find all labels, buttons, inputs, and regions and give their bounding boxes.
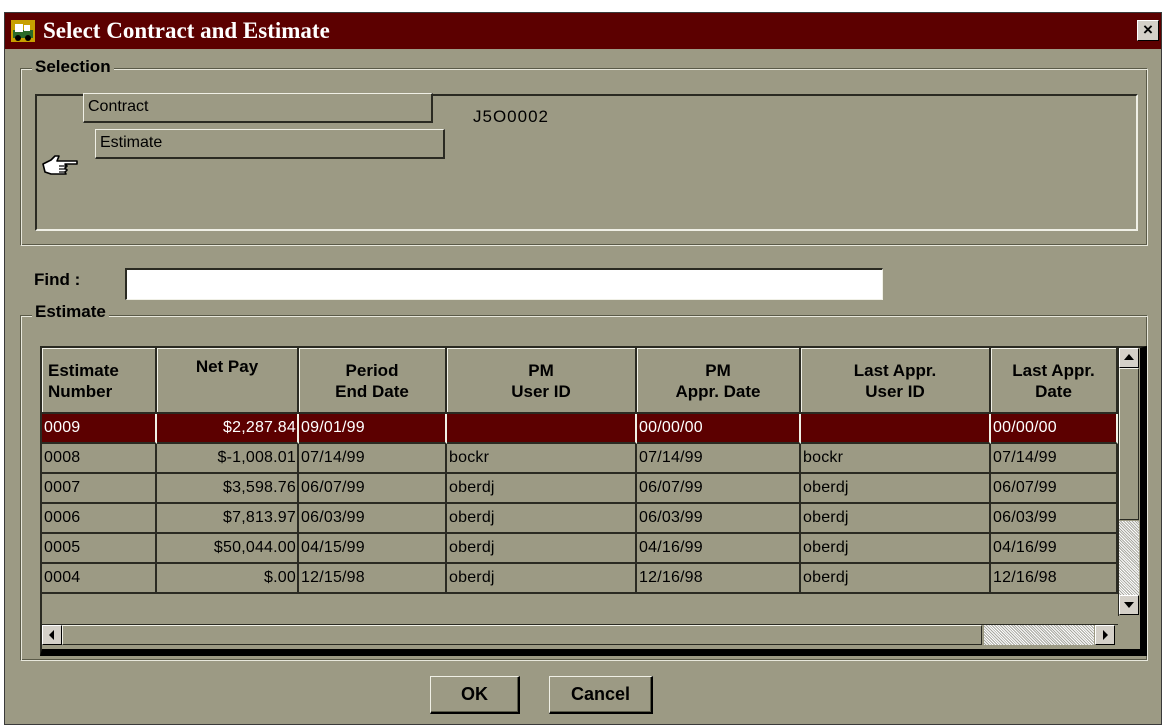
estimate-number-cell: 0008 [42,444,157,474]
table-row[interactable]: 0004 $.00 12/15/98 oberdj 12/16/98 oberdj 12/1… [42,564,1118,594]
estimate-button[interactable]: Estimate [95,129,445,159]
estimate-number-cell: 0009 [42,414,157,444]
last-appr-date-cell: 04/16/99 [991,534,1118,564]
period-end-date-cell: 09/01/99 [299,414,447,444]
table-row[interactable]: 0009 $2,287.84 09/01/99 00/00/00 00/00/00 [42,414,1118,444]
cancel-button[interactable]: Cancel [549,676,653,714]
pm-appr-date-cell: 07/14/99 [637,444,801,474]
net-pay-cell: $.00 [157,564,299,594]
selection-legend: Selection [32,57,114,77]
table-row[interactable]: 0008 $-1,008.01 07/14/99 bockr 07/14/99 bockr… [42,444,1118,474]
scroll-right-icon[interactable] [1095,625,1115,645]
horizontal-scroll-thumb[interactable] [984,625,1094,645]
window-title: Select Contract and Estimate [43,18,330,43]
period-end-date-cell: 04/15/99 [299,534,447,564]
last-appr-user-id-cell: oberdj [801,504,991,534]
horizontal-scroll-track[interactable] [62,625,982,645]
title-bar[interactable]: Select Contract and Estimate × [5,13,1161,49]
last-appr-date-cell: 06/03/99 [991,504,1118,534]
estimate-legend: Estimate [32,302,109,322]
last-appr-user-id-cell: oberdj [801,534,991,564]
estimate-number-cell: 0006 [42,504,157,534]
pm-appr-date-cell: 12/16/98 [637,564,801,594]
col-pm-user-id[interactable]: PM User ID [447,348,637,414]
col-pm-appr-date[interactable]: PM Appr. Date [637,348,801,414]
vertical-scroll-thumb[interactable] [1119,521,1139,595]
last-appr-user-id-cell: oberdj [801,564,991,594]
col-last-appr-user-id[interactable]: Last Appr. User ID [801,348,991,414]
col-estimate-number[interactable]: Estimate Number [42,348,157,414]
estimate-number-cell: 0004 [42,564,157,594]
vertical-scrollbar[interactable] [1118,348,1140,616]
close-icon[interactable]: × [1137,20,1159,41]
period-end-date-cell: 06/07/99 [299,474,447,504]
net-pay-cell: $-1,008.01 [157,444,299,474]
pm-user-id-cell: oberdj [447,474,637,504]
ok-button[interactable]: OK [430,676,520,714]
last-appr-date-cell: 07/14/99 [991,444,1118,474]
pm-appr-date-cell: 06/07/99 [637,474,801,504]
net-pay-cell: $50,044.00 [157,534,299,564]
vertical-scroll-track[interactable] [1119,368,1139,520]
last-appr-date-cell: 06/07/99 [991,474,1118,504]
period-end-date-cell: 07/14/99 [299,444,447,474]
net-pay-cell: $3,598.76 [157,474,299,504]
period-end-date-cell: 06/03/99 [299,504,447,534]
contract-button[interactable]: Contract [83,93,433,123]
scroll-up-icon[interactable] [1119,348,1139,368]
last-appr-user-id-cell: oberdj [801,474,991,504]
net-pay-cell: $7,813.97 [157,504,299,534]
pm-user-id-cell: oberdj [447,504,637,534]
horizontal-scrollbar[interactable] [42,624,1118,646]
table-row[interactable]: 0007 $3,598.76 06/07/99 oberdj 06/07/99 oberd… [42,474,1118,504]
pm-user-id-cell: oberdj [447,564,637,594]
col-net-pay[interactable]: Net Pay [157,348,299,414]
app-icon [11,20,35,42]
pm-appr-date-cell: 00/00/00 [637,414,801,444]
pm-user-id-cell [447,414,637,444]
scrollbar-corner [1118,624,1140,646]
pm-user-id-cell: oberdj [447,534,637,564]
last-appr-date-cell: 12/16/98 [991,564,1118,594]
estimate-number-cell: 0005 [42,534,157,564]
last-appr-user-id-cell [801,414,991,444]
col-period-end-date[interactable]: Period End Date [299,348,447,414]
last-appr-date-cell: 00/00/00 [991,414,1118,444]
pointing-hand-icon [42,155,78,175]
scroll-left-icon[interactable] [42,625,62,645]
pm-user-id-cell: bockr [447,444,637,474]
net-pay-cell: $2,287.84 [157,414,299,444]
table-row[interactable]: 0005 $50,044.00 04/15/99 oberdj 04/16/99 ober… [42,534,1118,564]
pm-appr-date-cell: 06/03/99 [637,504,801,534]
table-row[interactable]: 0006 $7,813.97 06/03/99 oberdj 06/03/99 oberd… [42,504,1118,534]
contract-value: J5O0002 [473,107,549,126]
period-end-date-cell: 12/15/98 [299,564,447,594]
dialog-window: Select Contract and Estimate × Selection… [4,12,1162,725]
estimate-number-cell: 0007 [42,474,157,504]
find-label: Find : [34,270,81,289]
estimate-table[interactable]: Estimate Number Net Pay Period End Date … [40,346,1147,656]
col-last-appr-date[interactable]: Last Appr. Date [991,348,1118,414]
find-input[interactable] [125,268,883,300]
pm-appr-date-cell: 04/16/99 [637,534,801,564]
scroll-down-icon[interactable] [1119,595,1139,615]
last-appr-user-id-cell: bockr [801,444,991,474]
